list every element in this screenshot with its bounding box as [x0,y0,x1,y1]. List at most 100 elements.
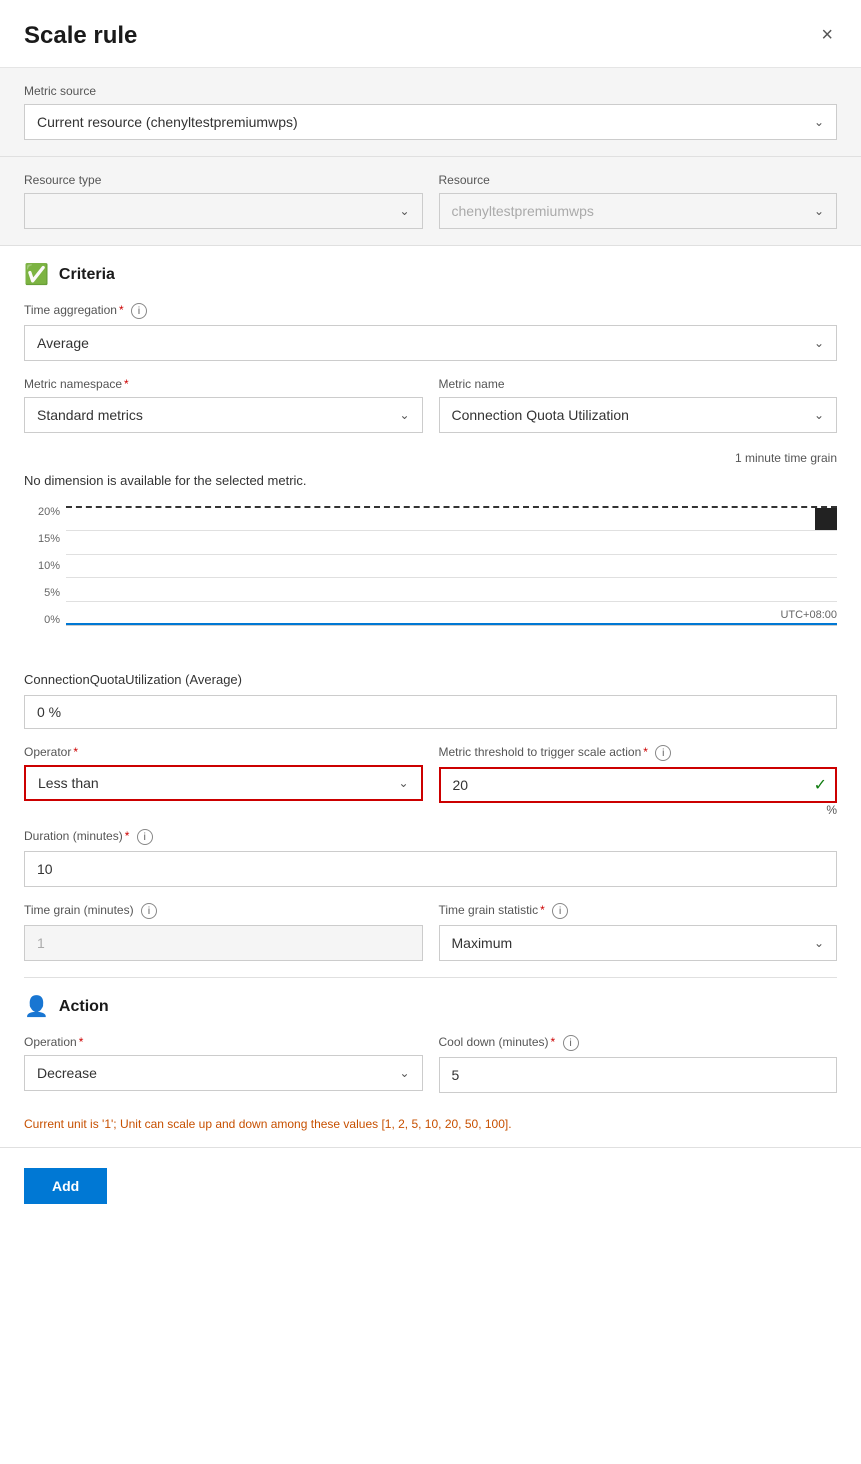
time-aggregation-label: Time aggregation* i [24,303,837,319]
resource-type-label: Resource type [24,173,423,187]
metric-value-label: ConnectionQuotaUtilization (Average) [24,672,837,687]
metric-namespace-select[interactable]: Standard metrics ⌄ [24,397,423,433]
metric-name-group: Metric name Connection Quota Utilization… [439,377,838,433]
time-grain-statistic-info-icon[interactable]: i [552,903,568,919]
criteria-title: Criteria [59,266,115,284]
action-heading: 👤 Action [24,994,837,1019]
time-grain-statistic-value: Maximum [452,935,513,951]
operation-cooldown-row: Operation* Decrease ⌄ Cool down (minutes… [24,1035,837,1109]
duration-input[interactable] [24,851,837,887]
threshold-line [66,506,837,508]
duration-group: Duration (minutes)* i [24,829,837,887]
time-aggregation-value: Average [37,335,89,351]
operation-value: Decrease [37,1065,97,1081]
time-grain-statistic-chevron-icon: ⌄ [814,936,824,950]
cool-down-input[interactable] [439,1057,838,1093]
chart-label-10: 10% [38,560,60,572]
resource-chevron-icon: ⌄ [814,204,824,218]
metric-name-value: Connection Quota Utilization [452,407,629,423]
operator-value: Less than [38,775,99,791]
cool-down-label: Cool down (minutes)* i [439,1035,838,1051]
no-dimension-text: No dimension is available for the select… [24,473,837,488]
metric-name-chevron-icon: ⌄ [814,408,824,422]
close-button[interactable]: × [817,20,837,51]
add-button[interactable]: Add [24,1168,107,1204]
resource-row: Resource type ⌄ Resource chenyltestpremi… [24,173,837,229]
operator-group: Operator* Less than ⌄ [24,745,423,825]
metric-source-value: Current resource (chenyltestpremiumwps) [37,114,298,130]
time-aggregation-select[interactable]: Average ⌄ [24,325,837,361]
resource-group: Resource chenyltestpremiumwps ⌄ [439,173,838,229]
criteria-icon: ✅ [24,262,49,287]
resource-type-chevron-icon: ⌄ [399,204,409,218]
time-aggregation-chevron-icon: ⌄ [814,336,824,350]
time-grain-text: 1 minute time grain [24,451,837,465]
chart-plot: UTC+08:00 [66,506,837,626]
duration-label: Duration (minutes)* i [24,829,837,845]
criteria-section: ✅ Criteria Time aggregation* i Average ⌄… [0,246,861,977]
cool-down-group: Cool down (minutes)* i [439,1035,838,1093]
chart-label-20: 20% [38,506,60,518]
chart-utc-label: UTC+08:00 [780,609,837,621]
threshold-check-icon: ✓ [814,775,827,795]
metric-namespace-row: Metric namespace* Standard metrics ⌄ Met… [24,377,837,449]
time-grain-minutes-group: Time grain (minutes) i [24,903,423,961]
threshold-unit: % [439,803,838,817]
threshold-info-icon[interactable]: i [655,745,671,761]
chart-area: 20% 15% 10% 5% 0% UTC+08:00 [24,496,837,656]
resource-value: chenyltestpremiumwps [452,203,594,219]
time-aggregation-info-icon[interactable]: i [131,303,147,319]
gridline-2 [66,554,837,555]
metric-source-select[interactable]: Current resource (chenyltestpremiumwps) … [24,104,837,140]
threshold-group: Metric threshold to trigger scale action… [439,745,838,825]
metric-namespace-chevron-icon: ⌄ [399,408,409,422]
threshold-handle [815,508,837,530]
chart-label-15: 15% [38,533,60,545]
criteria-heading: ✅ Criteria [24,262,837,287]
resource-select: chenyltestpremiumwps ⌄ [439,193,838,229]
action-title: Action [59,998,109,1016]
time-grain-minutes-label: Time grain (minutes) i [24,903,423,919]
resource-label: Resource [439,173,838,187]
chart-y-labels: 20% 15% 10% 5% 0% [24,506,64,626]
note-text: Current unit is '1'; Unit can scale up a… [24,1117,837,1131]
metric-namespace-value: Standard metrics [37,407,143,423]
duration-info-icon[interactable]: i [137,829,153,845]
operator-label: Operator* [24,745,423,759]
operation-group: Operation* Decrease ⌄ [24,1035,423,1093]
time-grain-minutes-info-icon[interactable]: i [141,903,157,919]
metric-namespace-group: Metric namespace* Standard metrics ⌄ [24,377,423,433]
threshold-label: Metric threshold to trigger scale action… [439,745,838,761]
metric-name-select[interactable]: Connection Quota Utilization ⌄ [439,397,838,433]
panel-header: Scale rule × [0,0,861,68]
metric-namespace-label: Metric namespace* [24,377,423,391]
operator-chevron-icon: ⌄ [398,776,408,790]
time-grain-statistic-select[interactable]: Maximum ⌄ [439,925,838,961]
metric-value-box: 0 % [24,695,837,729]
metric-source-section: Metric source Current resource (chenylte… [0,68,861,157]
panel-footer: Add [0,1147,861,1224]
divider [24,977,837,978]
operation-select[interactable]: Decrease ⌄ [24,1055,423,1091]
chart-label-0: 0% [44,614,60,626]
cool-down-info-icon[interactable]: i [563,1035,579,1051]
gridline-1 [66,530,837,531]
chart-label-5: 5% [44,587,60,599]
threshold-input-wrapper: ✓ [439,767,838,803]
threshold-input[interactable] [439,767,838,803]
gridline-3 [66,577,837,578]
scale-rule-panel: Scale rule × Metric source Current resou… [0,0,861,1464]
action-section: 👤 Action Operation* Decrease ⌄ Cool down… [0,994,861,1131]
time-grain-statistic-group: Time grain statistic* i Maximum ⌄ [439,903,838,961]
operation-label: Operation* [24,1035,423,1049]
metric-source-chevron-icon: ⌄ [814,115,824,129]
operator-select[interactable]: Less than ⌄ [24,765,423,801]
panel-title: Scale rule [24,22,137,50]
action-icon: 👤 [24,994,49,1019]
data-line [66,623,837,625]
metric-name-label: Metric name [439,377,838,391]
time-grain-statistic-label: Time grain statistic* i [439,903,838,919]
metric-source-label: Metric source [24,84,837,98]
operation-chevron-icon: ⌄ [399,1066,409,1080]
time-grain-row: Time grain (minutes) i Time grain statis… [24,903,837,977]
